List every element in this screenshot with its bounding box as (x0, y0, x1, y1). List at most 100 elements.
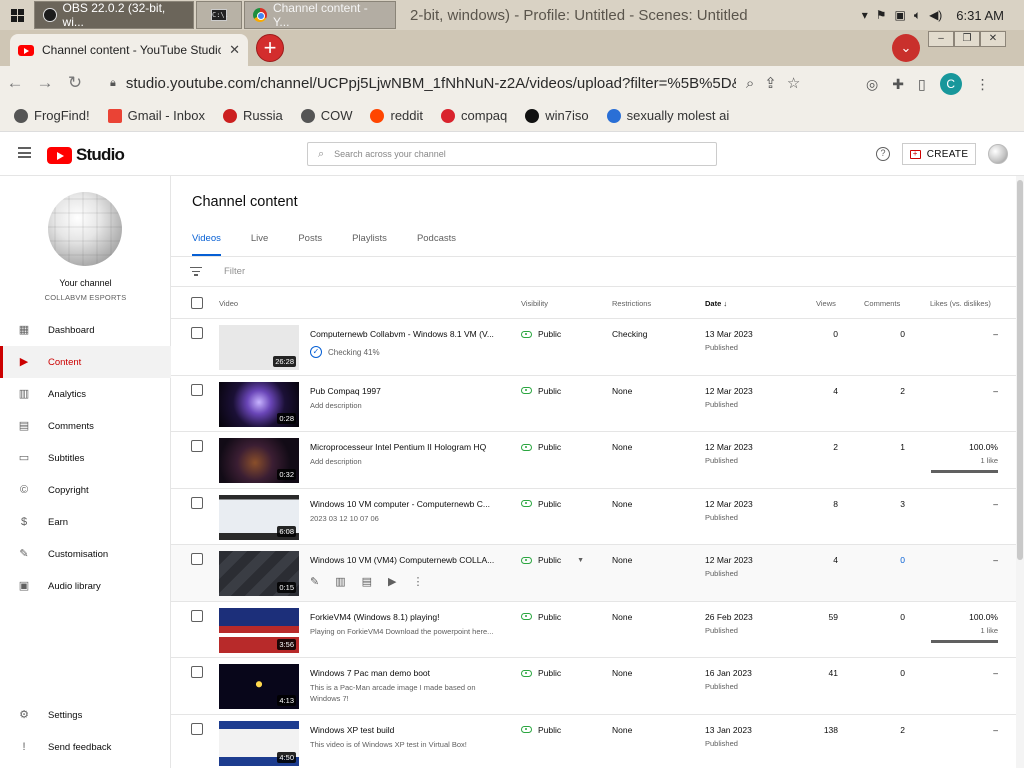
taskbar-cmd[interactable]: C:\. (196, 1, 242, 29)
row-checkbox[interactable] (191, 327, 203, 339)
scrollbar-thumb[interactable] (1017, 180, 1023, 560)
tab-close-icon[interactable]: ✕ (229, 42, 240, 58)
table-row[interactable]: 6:08 Windows 10 VM computer - Computernew… (171, 489, 1016, 545)
url-text[interactable]: studio.youtube.com/channel/UCPpj5LjwNBM_… (126, 75, 736, 92)
tray-speaker-icon[interactable]: ◀) (929, 8, 942, 22)
tab-playlists[interactable]: Playlists (352, 226, 387, 256)
bookmark-item[interactable]: FrogFind! (14, 108, 90, 123)
tray-clock[interactable]: 6:31 AM (956, 8, 1004, 23)
video-title[interactable]: Windows 7 Pac man demo boot (310, 668, 500, 678)
tab-posts[interactable]: Posts (298, 226, 322, 256)
video-thumbnail[interactable]: 0:15 (219, 551, 299, 596)
sidebar-item-analytics[interactable]: ▥ Analytics (0, 378, 171, 410)
channel-avatar[interactable] (48, 192, 122, 266)
sidebar-item-send-feedback[interactable]: ! Send feedback (0, 731, 171, 763)
video-title[interactable]: Windows 10 VM (VM4) Computernewb COLLA..… (310, 555, 500, 565)
comments-icon[interactable]: ▤ (362, 575, 372, 588)
sidebar-item-comments[interactable]: ▤ Comments (0, 410, 171, 442)
select-all-checkbox[interactable] (191, 297, 203, 309)
taskbar-obs[interactable]: OBS 22.0.2 (32-bit, wi... (34, 1, 194, 29)
sidebar-item-subtitles[interactable]: ▭ Subtitles (0, 442, 171, 474)
video-thumbnail[interactable]: 6:08 (219, 494, 299, 540)
table-row[interactable]: 4:13 Windows 7 Pac man demo boot This is a… (171, 658, 1016, 715)
sidebar-item-copyright[interactable]: © Copyright (0, 474, 171, 506)
channel-search[interactable]: ⌕ (307, 142, 717, 166)
visibility-status[interactable]: Public (521, 612, 561, 622)
reload-button[interactable]: ↻ (60, 73, 90, 93)
filter-bar[interactable]: Filter (190, 266, 245, 277)
share-icon[interactable]: ⇪ (764, 74, 777, 92)
row-checkbox[interactable] (191, 383, 203, 396)
taskbar-chrome[interactable]: Channel content - Y... (244, 1, 396, 29)
search-input[interactable] (334, 149, 695, 159)
row-checkbox[interactable] (191, 496, 203, 509)
table-row[interactable]: 26:28 Computernewb Collabvm - Windows 8.1… (171, 319, 1016, 376)
account-avatar[interactable] (988, 144, 1008, 164)
filter-icon[interactable] (190, 267, 202, 276)
edit-details-icon[interactable]: ✎ (310, 575, 319, 588)
hamburger-menu-icon[interactable] (18, 147, 31, 158)
visibility-dropdown-icon[interactable]: ▼ (577, 557, 584, 564)
tray-network-icon[interactable]: ▣ (895, 8, 906, 22)
row-checkbox[interactable] (191, 609, 203, 622)
analytics-icon[interactable]: ▥ (335, 575, 345, 588)
visibility-status[interactable]: Public (521, 668, 561, 678)
forward-button[interactable]: → (30, 73, 60, 93)
bookmark-item[interactable]: compaq (441, 108, 507, 123)
video-title[interactable]: Windows 10 VM computer - Computernewb C.… (310, 499, 500, 509)
video-thumbnail[interactable]: 3:56 (219, 607, 299, 653)
bookmark-star-icon[interactable]: ☆ (787, 74, 800, 92)
maximize-button[interactable]: ❐ (954, 31, 980, 47)
sidebar-item-customisation[interactable]: ✎ Customisation (0, 538, 171, 570)
sidebar-item-settings[interactable]: ⚙ Settings (0, 699, 171, 731)
video-title[interactable]: ForkieVM4 (Windows 8.1) playing! (310, 612, 500, 622)
row-checkbox[interactable] (191, 722, 203, 735)
visibility-status[interactable]: Public (521, 442, 561, 452)
visibility-status[interactable]: Public (521, 725, 561, 735)
side-panel-icon[interactable]: ▯ (918, 76, 926, 93)
profile-avatar[interactable]: C (939, 73, 962, 95)
filter-label[interactable]: Filter (224, 266, 245, 277)
video-title[interactable]: Microprocesseur Intel Pentium II Hologra… (310, 442, 500, 452)
tray-volume-icon[interactable]: 🔈︎ (914, 8, 921, 23)
visibility-status[interactable]: Public ▼ (521, 555, 584, 565)
options-icon[interactable]: ⋮ (413, 575, 424, 588)
bookmark-item[interactable]: sexually molest ai (606, 108, 729, 123)
bookmark-item[interactable]: Russia (222, 108, 283, 123)
video-title[interactable]: Pub Compaq 1997 (310, 386, 500, 396)
bookmark-item[interactable]: win7iso (525, 108, 589, 123)
video-thumbnail[interactable]: 26:28 (219, 325, 299, 370)
col-date-sort[interactable]: Date ↓ (705, 299, 727, 308)
lock-icon[interactable]: 🔒︎ (110, 77, 116, 90)
row-checkbox[interactable] (191, 553, 203, 565)
table-row[interactable]: 0:15 Windows 10 VM (VM4) Computernewb COL… (171, 545, 1016, 602)
start-button[interactable] (0, 0, 34, 30)
back-button[interactable]: ← (0, 73, 30, 93)
bookmark-item[interactable]: reddit (370, 108, 423, 123)
tab-search-button[interactable]: ⌄ (892, 34, 920, 62)
puzzle-icon[interactable]: ✚ (892, 76, 904, 93)
table-row[interactable]: 0:32 Microprocesseur Intel Pentium II Hol… (171, 432, 1016, 489)
browser-tab-active[interactable]: Channel content - YouTube Studio ✕ (10, 34, 248, 66)
table-row[interactable]: 4:50 Windows XP test build This video is o… (171, 715, 1016, 768)
bookmark-item[interactable]: Gmail - Inbox (107, 108, 205, 123)
comments-count[interactable]: 0 (861, 555, 905, 565)
kebab-menu-icon[interactable]: ⋮ (976, 76, 990, 93)
studio-logo[interactable]: Studio (47, 145, 125, 165)
video-thumbnail[interactable]: 0:28 (219, 381, 299, 427)
row-checkbox[interactable] (191, 440, 203, 452)
bookmark-item[interactable]: COW (300, 108, 352, 123)
table-row[interactable]: 3:56 ForkieVM4 (Windows 8.1) playing! Play… (171, 602, 1016, 658)
address-bar[interactable]: 🔒︎ studio.youtube.com/channel/UCPpj5LjwN… (110, 70, 850, 96)
page-scrollbar[interactable] (1016, 176, 1024, 768)
video-title[interactable]: Windows XP test build (310, 725, 500, 735)
sidebar-item-audio-library[interactable]: ▣ Audio library (0, 570, 171, 602)
tray-chevron-icon[interactable]: ▾ (862, 8, 868, 22)
tab-live[interactable]: Live (251, 226, 268, 256)
sidebar-item-dashboard[interactable]: ▦ Dashboard (0, 314, 171, 346)
create-button[interactable]: + CREATE (902, 143, 976, 165)
video-thumbnail[interactable]: 4:50 (219, 720, 299, 766)
youtube-view-icon[interactable]: ▶ (388, 575, 396, 588)
tray-flag-icon[interactable]: ⚑ (876, 8, 887, 22)
visibility-status[interactable]: Public (521, 329, 561, 339)
